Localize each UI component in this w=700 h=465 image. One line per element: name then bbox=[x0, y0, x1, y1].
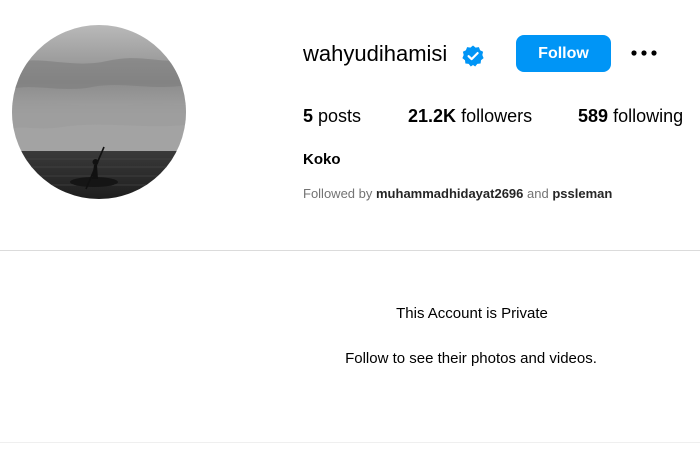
verified-badge-icon bbox=[462, 45, 484, 67]
follow-button[interactable]: Follow bbox=[516, 35, 611, 72]
followed-by-user-link[interactable]: pssleman bbox=[552, 186, 612, 201]
following-count: 589 bbox=[578, 106, 609, 126]
stat-posts: 5 posts bbox=[303, 105, 361, 127]
followed-by-user-link[interactable]: muhammadhidayat2696 bbox=[376, 186, 523, 201]
private-account-title: This Account is Private bbox=[396, 305, 548, 322]
avatar[interactable] bbox=[12, 25, 186, 199]
more-options-icon[interactable] bbox=[630, 44, 658, 62]
followed-by-conjunction: and bbox=[527, 186, 549, 201]
full-name: Koko bbox=[303, 151, 341, 168]
following-label: following bbox=[613, 106, 684, 126]
divider bbox=[0, 250, 700, 251]
avatar-image bbox=[12, 25, 186, 199]
followers-label: followers bbox=[461, 106, 533, 126]
followed-by: Followed by muhammadhidayat2696 and pssl… bbox=[303, 185, 612, 203]
username: wahyudihamisi bbox=[303, 41, 448, 66]
posts-label: posts bbox=[318, 106, 362, 126]
divider bbox=[0, 442, 700, 443]
followed-by-prefix: Followed by bbox=[303, 186, 373, 201]
profile-page: wahyudihamisi Follow 5 posts 21.2K follo… bbox=[0, 0, 700, 465]
stat-followers[interactable]: 21.2K followers bbox=[408, 105, 532, 127]
followers-count: 21.2K bbox=[408, 106, 457, 126]
stat-following[interactable]: 589 following bbox=[578, 105, 683, 127]
private-account-subtitle: Follow to see their photos and videos. bbox=[345, 350, 597, 367]
posts-count: 5 bbox=[303, 106, 314, 126]
